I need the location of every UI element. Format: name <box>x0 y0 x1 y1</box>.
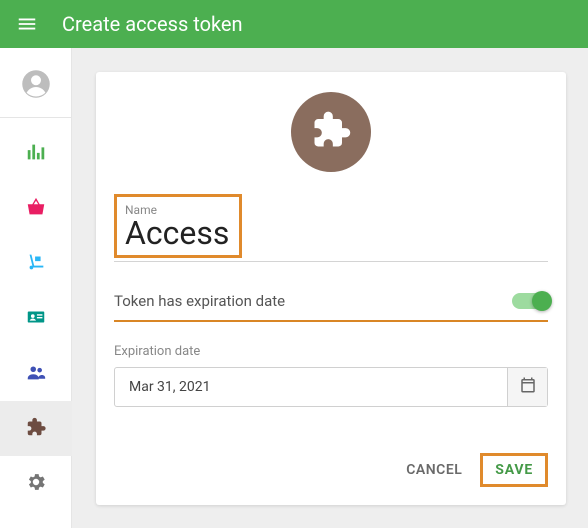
gear-icon <box>25 471 47 497</box>
switch-knob <box>532 291 552 311</box>
user-circle-icon <box>21 69 51 103</box>
bar-chart-icon <box>25 141 47 167</box>
cancel-button[interactable]: CANCEL <box>406 462 462 478</box>
form-card: Name Access Token has expiration date Ex… <box>96 72 566 505</box>
form-emblem <box>291 92 371 172</box>
people-icon <box>25 361 47 387</box>
sidebar-item-profile[interactable] <box>0 58 72 113</box>
puzzle-icon <box>25 416 47 442</box>
sidebar-item-basket[interactable] <box>0 181 72 236</box>
sidebar <box>0 48 72 528</box>
puzzle-icon <box>309 108 353 156</box>
name-field[interactable]: Name Access <box>114 194 242 258</box>
form-actions: CANCEL SAVE <box>114 453 548 487</box>
calendar-icon <box>519 376 537 398</box>
save-button[interactable]: SAVE <box>480 453 548 487</box>
expiration-date-label: Expiration date <box>114 344 548 359</box>
expiration-toggle[interactable] <box>512 293 548 309</box>
calendar-button[interactable] <box>507 368 547 406</box>
page-title: Create access token <box>62 12 243 36</box>
name-input[interactable]: Access <box>125 217 229 251</box>
sidebar-item-analytics[interactable] <box>0 126 72 181</box>
sidebar-item-integrations[interactable] <box>0 401 72 456</box>
expiration-date-field[interactable]: Mar 31, 2021 <box>114 367 548 407</box>
sidebar-item-users[interactable] <box>0 346 72 401</box>
menu-icon[interactable] <box>16 13 38 35</box>
app-header: Create access token <box>0 0 588 48</box>
id-card-icon <box>25 306 47 332</box>
expiration-date-value[interactable]: Mar 31, 2021 <box>115 368 507 406</box>
divider <box>0 117 71 118</box>
sidebar-item-customers[interactable] <box>0 291 72 346</box>
content-area: Name Access Token has expiration date Ex… <box>72 48 588 528</box>
hand-truck-icon <box>25 251 47 277</box>
sidebar-item-shipping[interactable] <box>0 236 72 291</box>
basket-icon <box>25 196 47 222</box>
expiration-toggle-row: Token has expiration date <box>114 292 548 322</box>
toggle-label: Token has expiration date <box>114 292 285 310</box>
field-underline <box>114 261 548 262</box>
sidebar-item-settings[interactable] <box>0 456 72 511</box>
